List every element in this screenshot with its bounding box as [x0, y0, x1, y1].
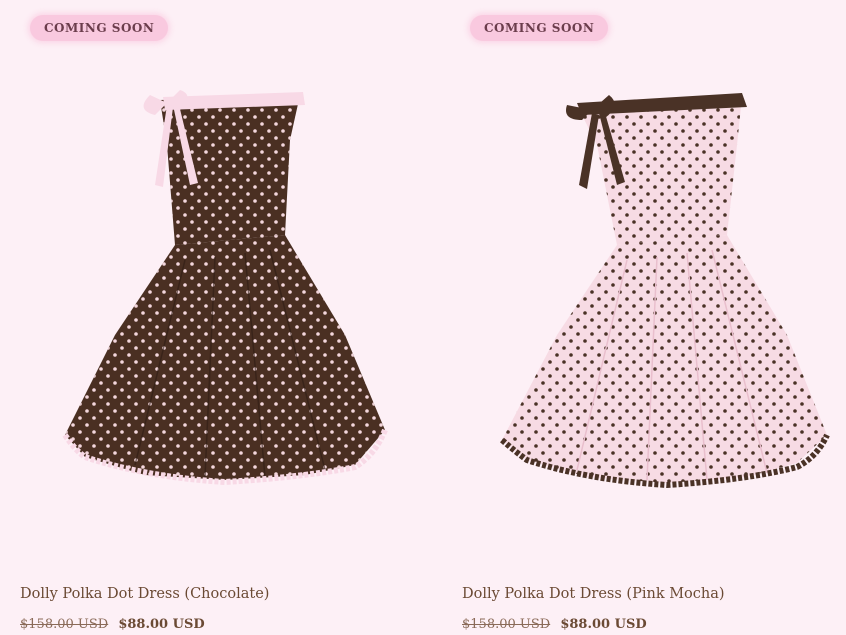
- product-card[interactable]: COMING SOON Dolly Polka Dot Dress (Pink …: [442, 0, 846, 635]
- sale-price: $88.00 USD: [118, 617, 205, 632]
- product-title[interactable]: Dolly Polka Dot Dress (Pink Mocha): [462, 586, 725, 602]
- product-card[interactable]: COMING SOON Dolly Polka Dot Dress (Choco…: [0, 0, 423, 635]
- price-group: $158.00 USD $88.00 USD: [462, 617, 647, 632]
- coming-soon-badge: COMING SOON: [30, 15, 169, 41]
- product-image-pink-mocha-dress[interactable]: [497, 85, 837, 495]
- price-group: $158.00 USD $88.00 USD: [20, 617, 205, 632]
- compare-at-price: $158.00 USD: [462, 617, 551, 632]
- coming-soon-badge: COMING SOON: [470, 15, 609, 41]
- product-image-chocolate-dress[interactable]: [55, 85, 395, 495]
- compare-at-price: $158.00 USD: [20, 617, 109, 632]
- product-title[interactable]: Dolly Polka Dot Dress (Chocolate): [20, 586, 269, 602]
- sale-price: $88.00 USD: [560, 617, 647, 632]
